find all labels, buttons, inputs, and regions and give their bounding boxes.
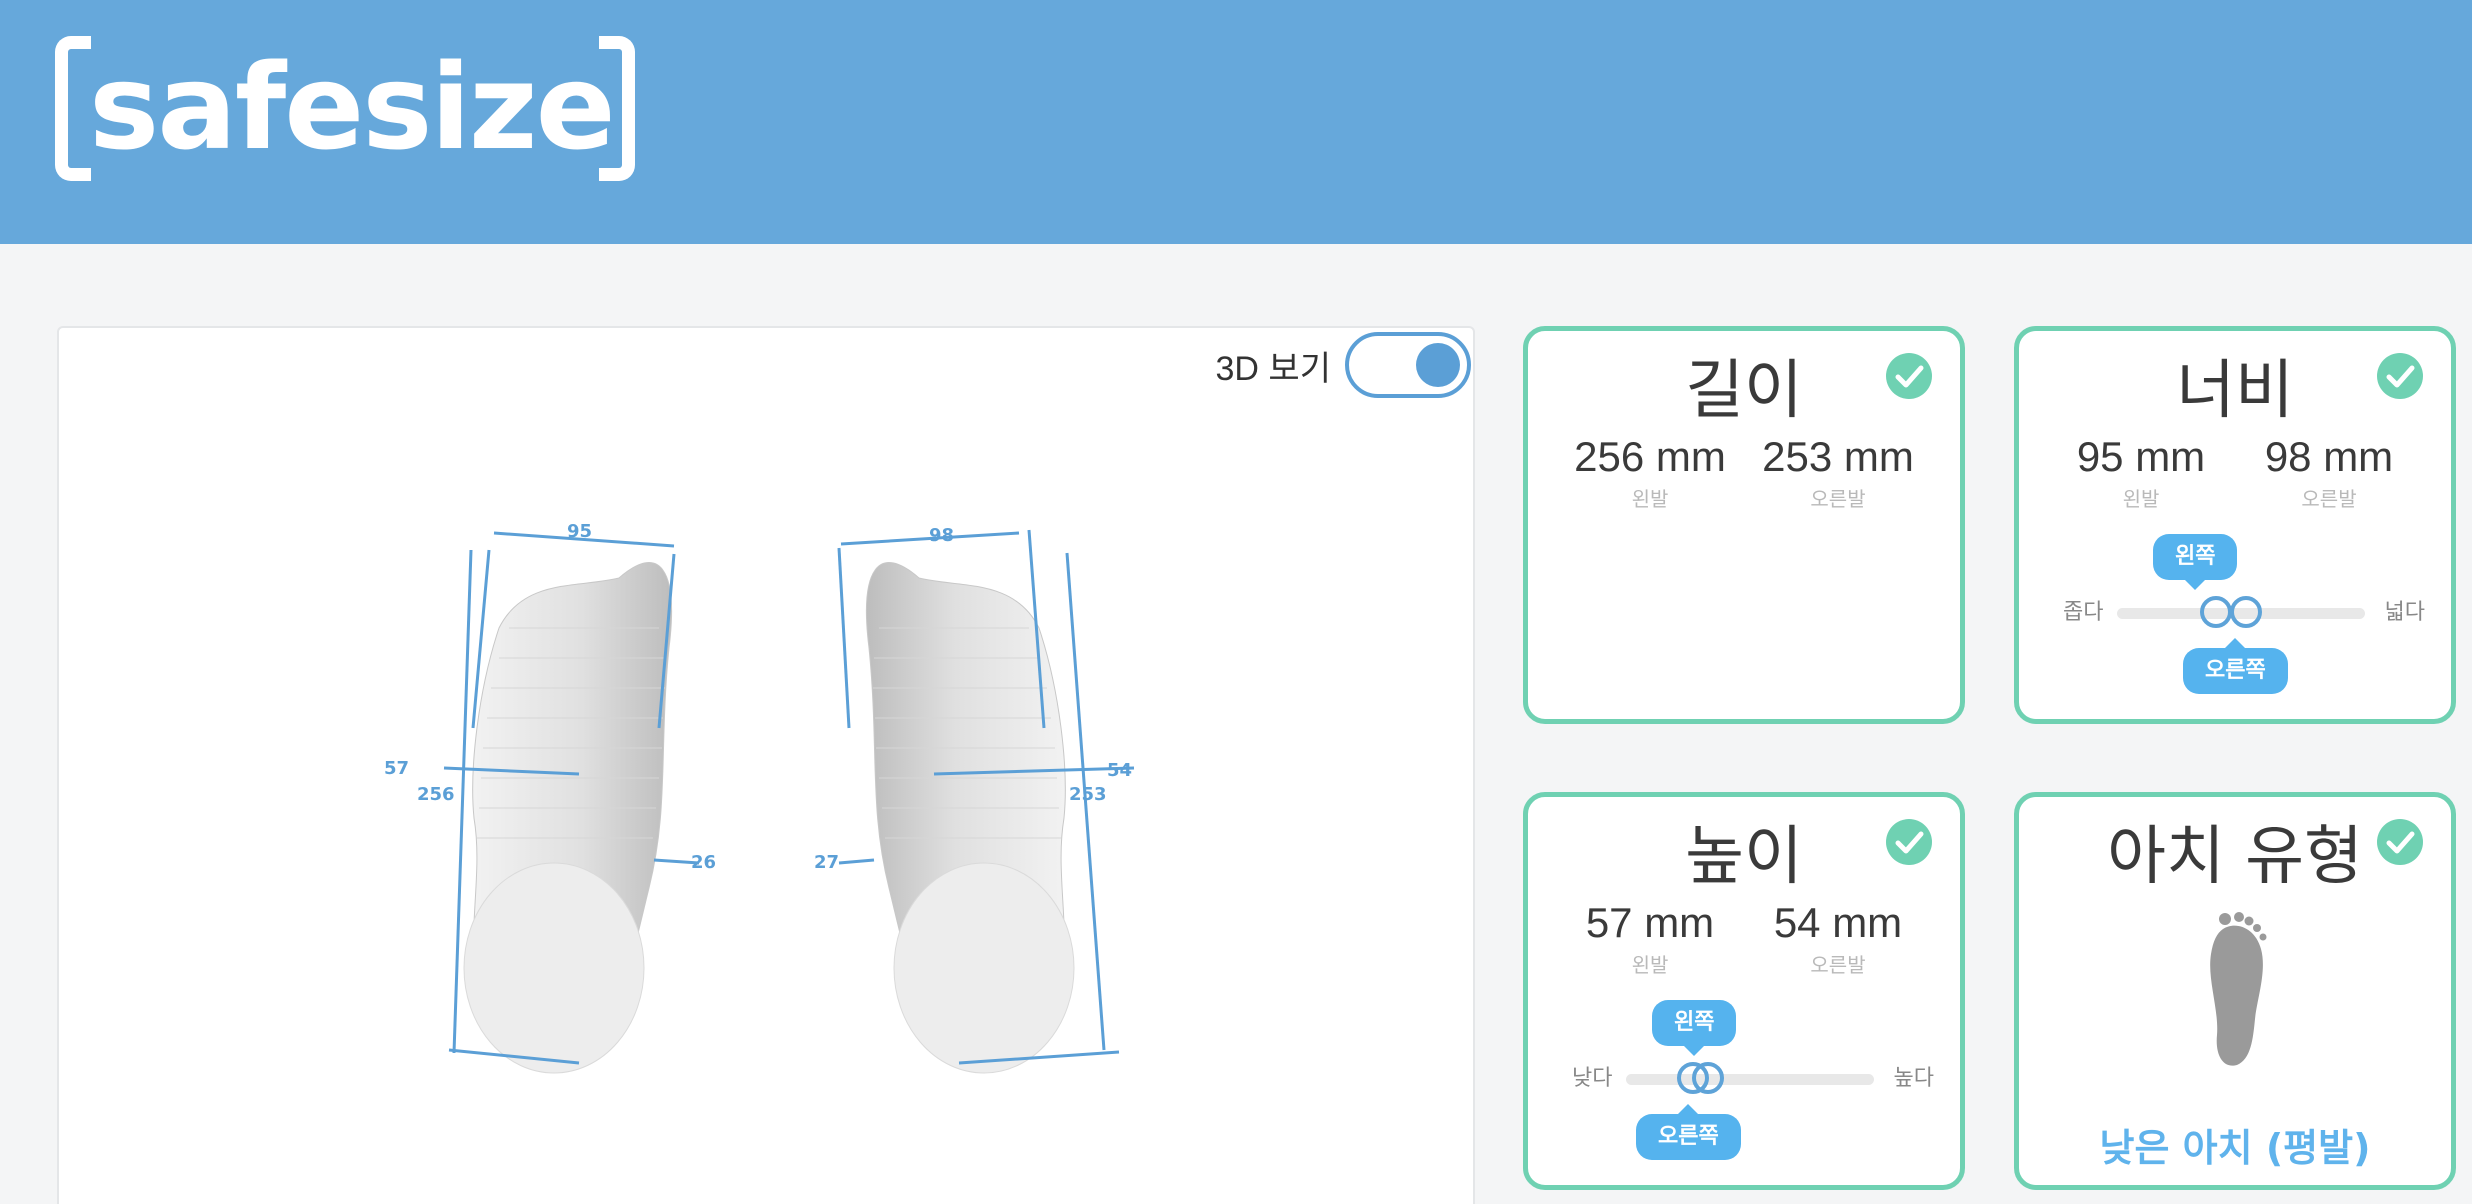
scale-low-label: 낮다 (1572, 1066, 1613, 1091)
left-width-annotation: 95 (567, 521, 593, 542)
check-icon (2377, 819, 2423, 865)
right-marker-tag: 오른쪽 (1636, 1104, 1741, 1160)
logo-bracket-left (55, 36, 91, 181)
right-length-value: 253 mm (1762, 433, 1914, 480)
check-icon (1886, 819, 1932, 865)
foot-icon (2210, 912, 2267, 1066)
3d-view-toggle[interactable] (1345, 332, 1471, 398)
length-card: 길이 256 mm 왼발 253 mm 오른발 (1523, 326, 1965, 724)
left-foot-label: 왼발 (1631, 487, 1669, 511)
check-icon (2377, 353, 2423, 399)
toggle-knob (1416, 343, 1460, 387)
right-height-marker (1676, 1062, 1709, 1094)
height-card: 높이 57 mm 왼발 54 mm 오른발 낮다 높다 왼쪽 오른쪽 (1523, 792, 1965, 1190)
right-width-value: 98 mm (2264, 433, 2394, 480)
height-track (1626, 1062, 1874, 1094)
foot-scan-viewer[interactable]: 95 98 256 253 57 54 26 27 3D 보기 (57, 326, 1475, 1204)
safesize-logo[interactable]: safesize (55, 30, 635, 185)
3d-view-label: 3D 보기 (1215, 349, 1331, 388)
right-foot-label: 오른발 (2301, 487, 2357, 511)
left-length-value: 256 mm (1574, 433, 1726, 480)
check-icon (1886, 353, 1932, 399)
left-instep-annotation: 26 (691, 852, 717, 873)
right-foot-width: 98 mm 오른발 (2229, 433, 2429, 512)
left-height-annotation: 57 (384, 758, 410, 779)
width-card: 너비 95 mm 왼발 98 mm 오른발 좁다 넓다 왼쪽 오른쪽 (2014, 326, 2456, 724)
right-width-marker (2229, 596, 2262, 628)
logo-bracket-right (599, 36, 635, 181)
left-foot-label: 왼발 (1631, 953, 1669, 977)
left-width-marker (2200, 596, 2233, 628)
left-height-value: 57 mm (1585, 899, 1715, 946)
scale-low-label: 좁다 (2063, 600, 2104, 625)
right-foot-scan (865, 562, 1075, 1074)
right-height-value: 54 mm (1773, 899, 1903, 946)
left-foot-width: 95 mm 왼발 (2041, 433, 2241, 512)
3d-view-toggle-group: 3D 보기 (1216, 328, 1471, 402)
right-marker-tag: 오른쪽 (2183, 638, 2288, 694)
logo-text: safesize (89, 38, 616, 176)
left-marker-tag: 왼쪽 (1652, 1000, 1737, 1056)
right-length-annotation: 253 (1069, 784, 1107, 805)
height-scale: 낮다 높다 (1528, 1061, 1960, 1097)
right-foot-label: 오른발 (1810, 953, 1866, 977)
right-height-annotation: 54 (1107, 760, 1133, 781)
left-marker-tag: 왼쪽 (2153, 534, 2238, 590)
scale-high-label: 넓다 (2384, 600, 2425, 625)
left-foot-scan (463, 562, 673, 1074)
right-instep-annotation: 27 (814, 852, 840, 873)
width-scale: 좁다 넓다 (2019, 595, 2451, 631)
left-length-annotation: 256 (417, 784, 455, 805)
arch-type-label: 낮은 아치 (평발) (2099, 1126, 2371, 1170)
scale-high-label: 높다 (1893, 1066, 1934, 1091)
left-foot-length: 256 mm 왼발 (1550, 433, 1750, 512)
width-track (2117, 596, 2365, 628)
right-width-annotation: 98 (929, 525, 955, 546)
foot-scan-drawing (443, 529, 1135, 1074)
header: safesize (0, 0, 2472, 244)
left-foot-label: 왼발 (2122, 487, 2160, 511)
right-foot-height: 54 mm 오른발 (1738, 899, 1938, 978)
left-foot-height: 57 mm 왼발 (1550, 899, 1750, 978)
arch-card: 아치 유형 낮은 아치 (평발) (2014, 792, 2456, 1190)
right-foot-label: 오른발 (1810, 487, 1866, 511)
right-foot-length: 253 mm 오른발 (1738, 433, 1938, 512)
left-width-value: 95 mm (2076, 433, 2206, 480)
